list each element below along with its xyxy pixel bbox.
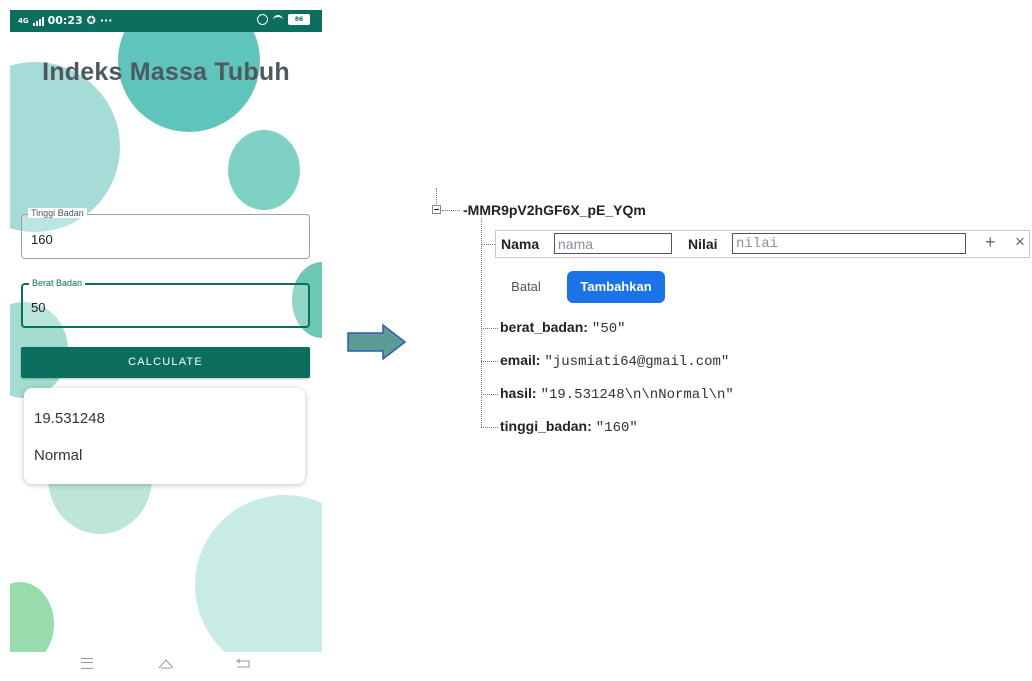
nilai-label: Nilai (688, 236, 718, 252)
tree-connector (481, 394, 498, 395)
result-card: 19.531248 Normal (24, 388, 305, 484)
tinggi-badan-label: Tinggi Badan (28, 208, 87, 218)
collapse-icon[interactable] (432, 205, 441, 214)
tree-connector (436, 188, 437, 204)
bmi-result-value: 19.531248 (34, 410, 105, 427)
field-key: email: (500, 352, 541, 368)
app-title: Indeks Massa Tubuh (42, 58, 290, 86)
field-row-tinggi-badan[interactable]: tinggi_badan: "160" (500, 418, 638, 436)
field-row-hasil[interactable]: hasil: "19.531248\n\nNormal\n" (500, 385, 734, 403)
field-key: hasil: (500, 385, 537, 401)
nama-label: Nama (501, 236, 540, 252)
tree-connector (481, 328, 498, 329)
berat-badan-field[interactable]: Berat Badan 50 (21, 278, 310, 328)
field-value: "160" (595, 420, 638, 436)
field-row-berat-badan[interactable]: berat_badan: "50" (500, 319, 626, 337)
bmi-result-status: Normal (34, 447, 83, 464)
close-icon[interactable]: × (1015, 232, 1025, 252)
tree-connector (481, 427, 498, 428)
tree-connector (442, 210, 460, 211)
field-value: "50" (591, 321, 626, 337)
add-child-row: Nama Nilai + × (495, 230, 1030, 258)
field-value: "jusmiati64@gmail.com" (544, 354, 730, 370)
tree-connector (481, 218, 482, 427)
tree-connector (481, 244, 495, 245)
add-icon[interactable]: + (985, 232, 996, 253)
nilai-input[interactable] (732, 233, 966, 254)
calculate-button[interactable]: CALCULATE (21, 347, 310, 378)
tinggi-badan-value[interactable]: 160 (31, 232, 53, 247)
berat-badan-value[interactable]: 50 (31, 300, 45, 315)
database-tree: -MMR9pV2hGF6X_pE_YQm Nama Nilai + × Bata… (0, 0, 1032, 681)
field-key: tinggi_badan: (500, 418, 592, 434)
tinggi-badan-field[interactable]: Tinggi Badan 160 (21, 208, 310, 259)
tree-connector (481, 361, 498, 362)
field-key: berat_badan: (500, 319, 588, 335)
field-row-email[interactable]: email: "jusmiati64@gmail.com" (500, 352, 729, 370)
berat-badan-label: Berat Badan (29, 278, 86, 288)
batal-button[interactable]: Batal (499, 276, 553, 298)
field-value: "19.531248\n\nNormal\n" (540, 387, 734, 403)
nama-input[interactable] (554, 233, 672, 254)
node-key[interactable]: -MMR9pV2hGF6X_pE_YQm (463, 202, 646, 218)
tambahkan-button[interactable]: Tambahkan (567, 271, 665, 303)
